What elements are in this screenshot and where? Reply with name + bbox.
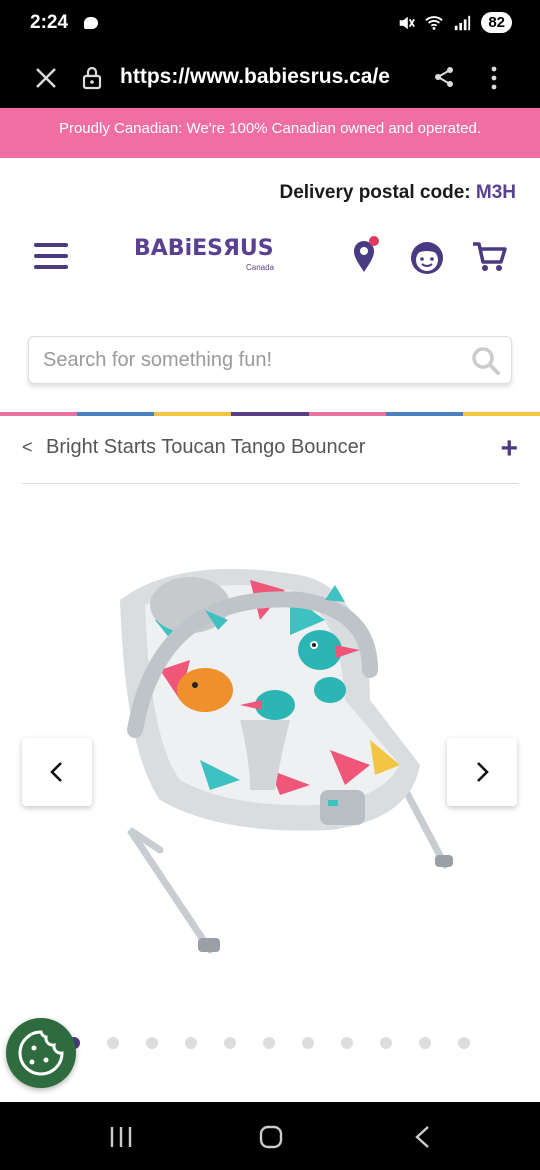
carousel-dot[interactable] (458, 1037, 470, 1049)
carousel-dot[interactable] (185, 1037, 197, 1049)
search-icon[interactable] (471, 346, 501, 376)
hamburger-menu-icon[interactable] (34, 243, 68, 271)
divider (22, 483, 518, 484)
search-input[interactable] (43, 347, 453, 373)
status-bar: 2:24 82 (0, 0, 540, 50)
cart-icon[interactable] (470, 236, 510, 276)
more-vert-icon[interactable] (484, 64, 504, 92)
signal-icon (455, 15, 471, 30)
carousel-dot[interactable] (341, 1037, 353, 1049)
cookie-icon (18, 1030, 64, 1076)
delivery-label: Delivery postal code: (279, 182, 471, 203)
home-icon[interactable] (258, 1124, 284, 1150)
carousel-dot[interactable] (146, 1037, 158, 1049)
breadcrumb-back-link[interactable]: < (22, 437, 33, 458)
carousel-dot[interactable] (302, 1037, 314, 1049)
status-icons: 82 (397, 12, 512, 33)
status-time: 2:24 (30, 12, 69, 33)
delivery-postal-code[interactable]: Delivery postal code: M3H (279, 182, 516, 204)
product-image[interactable] (100, 550, 470, 970)
carousel-dot[interactable] (263, 1037, 275, 1049)
carousel-dot[interactable] (380, 1037, 392, 1049)
url-text[interactable]: https://www.babiesrus.ca/e (120, 65, 410, 89)
carousel-dots (68, 1037, 470, 1049)
promo-banner: Proudly Canadian: We're 100% Canadian ow… (0, 108, 540, 158)
location-pin-icon[interactable] (344, 236, 384, 276)
logo-subtext: Canada (245, 263, 274, 272)
battery-indicator: 82 (481, 12, 512, 33)
carousel-next-button[interactable] (447, 738, 517, 806)
logo-text: BABiESЯUS (134, 236, 274, 261)
breadcrumb: < Bright Starts Toucan Tango Bouncer + (22, 432, 518, 465)
wifi-icon (425, 15, 444, 30)
mute-icon (400, 16, 416, 29)
postal-code[interactable]: M3H (476, 182, 516, 203)
carousel-prev-button[interactable] (22, 738, 92, 806)
account-face-icon[interactable] (407, 236, 447, 276)
rainbow-divider (0, 412, 540, 416)
cookie-settings-button[interactable] (6, 1018, 76, 1088)
browser-url-bar: https://www.babiesrus.ca/e (0, 50, 540, 108)
breadcrumb-title[interactable]: Bright Starts Toucan Tango Bouncer (46, 436, 365, 459)
search-bar (28, 336, 512, 384)
close-icon[interactable] (34, 66, 58, 90)
carousel-dot[interactable] (224, 1037, 236, 1049)
back-icon[interactable] (410, 1124, 436, 1150)
chevron-right-icon (477, 762, 489, 782)
lock-icon[interactable] (81, 66, 103, 90)
babiesrus-logo[interactable]: BABiESЯUS Canada (134, 236, 284, 276)
chat-notification-icon (84, 17, 98, 29)
system-nav-bar (0, 1102, 540, 1170)
recent-apps-icon[interactable] (108, 1124, 134, 1150)
expand-plus-icon[interactable]: + (500, 432, 518, 466)
carousel-dot[interactable] (107, 1037, 119, 1049)
carousel-dot[interactable] (419, 1037, 431, 1049)
share-icon[interactable] (432, 65, 456, 89)
chevron-left-icon (50, 762, 62, 782)
